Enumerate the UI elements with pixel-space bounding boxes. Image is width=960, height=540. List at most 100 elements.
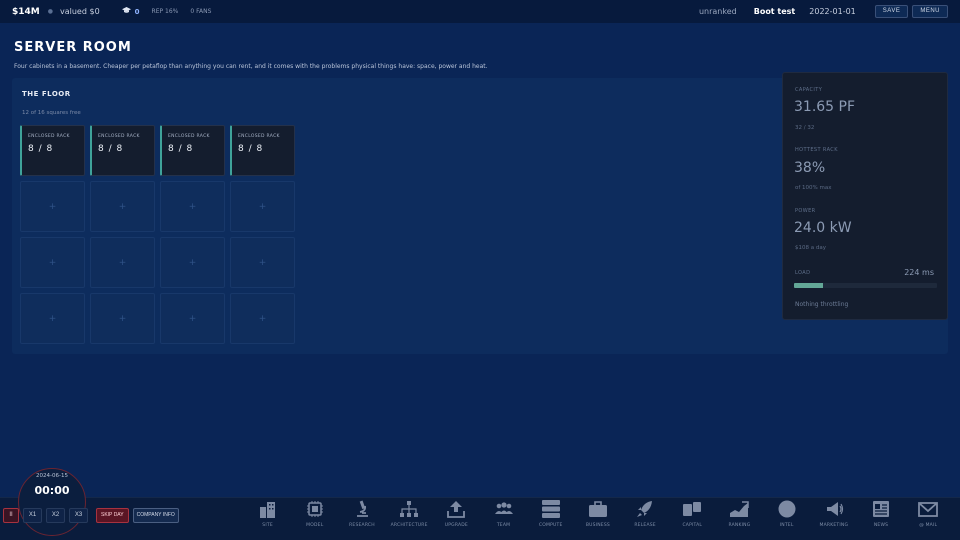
nav-site[interactable]: SITE [244, 498, 291, 534]
nav-label: MARKETING [819, 523, 849, 528]
hottest-rack-label: HOTTEST RACK [795, 147, 838, 153]
empty-slot-plus[interactable]: + [230, 181, 295, 232]
nav-compute[interactable]: COMPUTE [527, 498, 574, 534]
valuation-display: valued $0 [60, 7, 100, 16]
empty-slot-plus[interactable]: + [20, 181, 85, 232]
nav-marketing[interactable]: MARKETING [810, 498, 857, 534]
nav-model[interactable]: MODEL [291, 498, 338, 534]
empty-slot-plus[interactable]: + [160, 293, 225, 344]
mail-icon [918, 500, 939, 518]
nav-label: NEWS [873, 523, 889, 528]
clock-time: 00:00 [34, 484, 70, 497]
floor-title: THE FLOOR [22, 90, 71, 98]
nav-label: MODEL [306, 523, 324, 528]
save-button[interactable]: SAVE [874, 5, 909, 18]
stats-panel: CAPACITY 31.65 PF 32 / 32 HOTTEST RACK 3… [782, 72, 948, 320]
empty-slot-plus[interactable]: + [20, 237, 85, 288]
company-name: Boot test [753, 7, 796, 16]
rack-slot[interactable]: ENCLOSED RACK 8 / 8 [90, 125, 155, 176]
rocket-icon [635, 500, 655, 518]
reputation-display: REP 16% [151, 8, 179, 15]
hierarchy-icon [399, 500, 419, 518]
nav-ranking[interactable]: RANKING [716, 498, 763, 534]
free-squares-text: 12 of 16 squares free [22, 110, 81, 116]
nav-label: RELEASE [634, 523, 656, 528]
globe-icon [777, 500, 797, 518]
speed-2-button[interactable]: X2 [46, 508, 65, 523]
time-controls: II X1 X2 X3 SKIP DAY COMPANY INFO [3, 508, 183, 523]
capacity-sub: 32 / 32 [795, 125, 815, 131]
bottom-nav: SITE MODEL RESEARCH ARCHITECTURE UPGRADE… [244, 498, 952, 534]
load-bar-fill [794, 283, 823, 288]
nav-intel[interactable]: INTEL [763, 498, 810, 534]
empty-slot-plus[interactable]: + [90, 237, 155, 288]
nav-label: UPGRADE [444, 523, 468, 528]
microscope-icon [352, 500, 372, 518]
nav-label: SITE [262, 523, 273, 528]
clock-date: 2024-06-15 [36, 473, 68, 479]
nav-capital[interactable]: CAPITAL [669, 498, 716, 534]
load-label: LOAD [795, 270, 811, 276]
nav-label: COMPUTE [538, 523, 563, 528]
rack-count: 8 / 8 [168, 144, 194, 154]
nav-team[interactable]: TEAM [480, 498, 527, 534]
research-points: 0 [134, 7, 140, 16]
empty-slot-plus[interactable]: + [230, 237, 295, 288]
briefcase-icon [588, 500, 608, 518]
hottest-rack-value: 38% [794, 160, 826, 176]
capacity-label: CAPACITY [795, 87, 823, 93]
nav-business[interactable]: BUSINESS [574, 498, 621, 534]
nav-architecture[interactable]: ARCHITECTURE [386, 498, 433, 534]
money-icon [682, 500, 702, 518]
server-stack-icon [541, 500, 561, 518]
hottest-rack-sub: of 100% max [795, 185, 832, 191]
nav-label: RANKING [728, 523, 751, 528]
separator-dot: ● [47, 8, 53, 15]
nav-mail[interactable]: @ MAIL [905, 498, 952, 534]
fans-display: 0 FANS [190, 8, 212, 15]
megaphone-icon [824, 500, 844, 518]
empty-slot-plus[interactable]: + [230, 293, 295, 344]
rack-slot[interactable]: ENCLOSED RACK 8 / 8 [160, 125, 225, 176]
building-icon [258, 500, 278, 518]
empty-slot-plus[interactable]: + [90, 293, 155, 344]
top-bar-right: unranked Boot test 2022-01-01 SAVE MENU [699, 5, 948, 18]
empty-slot-plus[interactable]: + [90, 181, 155, 232]
rack-label: ENCLOSED RACK [238, 134, 280, 139]
throttle-note: Nothing throttling [795, 301, 849, 308]
nav-release[interactable]: RELEASE [622, 498, 669, 534]
load-bar [794, 283, 937, 288]
newspaper-icon [871, 500, 891, 518]
nav-upgrade[interactable]: UPGRADE [433, 498, 480, 534]
chip-icon [305, 500, 325, 518]
rack-slot[interactable]: ENCLOSED RACK 8 / 8 [20, 125, 85, 176]
power-sub: $108 a day [795, 245, 826, 251]
nav-research[interactable]: RESEARCH [338, 498, 385, 534]
capacity-value: 31.65 PF [794, 99, 856, 115]
nav-label: CAPITAL [682, 523, 703, 528]
graduation-cap-icon [121, 7, 131, 16]
speed-1-button[interactable]: X1 [23, 508, 42, 523]
company-info-button[interactable]: COMPANY INFO [132, 508, 179, 523]
skip-day-button[interactable]: SKIP DAY [96, 508, 129, 523]
rack-label: ENCLOSED RACK [28, 134, 70, 139]
rack-count: 8 / 8 [28, 144, 54, 154]
empty-slot-plus[interactable]: + [160, 181, 225, 232]
speed-3-button[interactable]: X3 [69, 508, 88, 523]
empty-slot-plus[interactable]: + [160, 237, 225, 288]
upload-icon [446, 500, 466, 518]
nav-label: BUSINESS [585, 523, 610, 528]
floor-grid: ENCLOSED RACK 8 / 8 ENCLOSED RACK 8 / 8 … [20, 125, 295, 344]
game-clock: 2024-06-15 00:00 [18, 468, 86, 536]
rack-count: 8 / 8 [98, 144, 124, 154]
ranking-status: unranked [698, 7, 737, 16]
top-bar: $14M ● valued $0 0 REP 16% 0 FANS unrank… [0, 0, 960, 23]
page-title: SERVER ROOM [14, 40, 132, 55]
rack-slot[interactable]: ENCLOSED RACK 8 / 8 [230, 125, 295, 176]
empty-slot-plus[interactable]: + [20, 293, 85, 344]
pause-button[interactable]: II [3, 508, 19, 523]
power-label: POWER [795, 208, 816, 214]
menu-button[interactable]: MENU [912, 5, 948, 18]
nav-news[interactable]: NEWS [857, 498, 904, 534]
chart-up-icon [729, 500, 750, 518]
